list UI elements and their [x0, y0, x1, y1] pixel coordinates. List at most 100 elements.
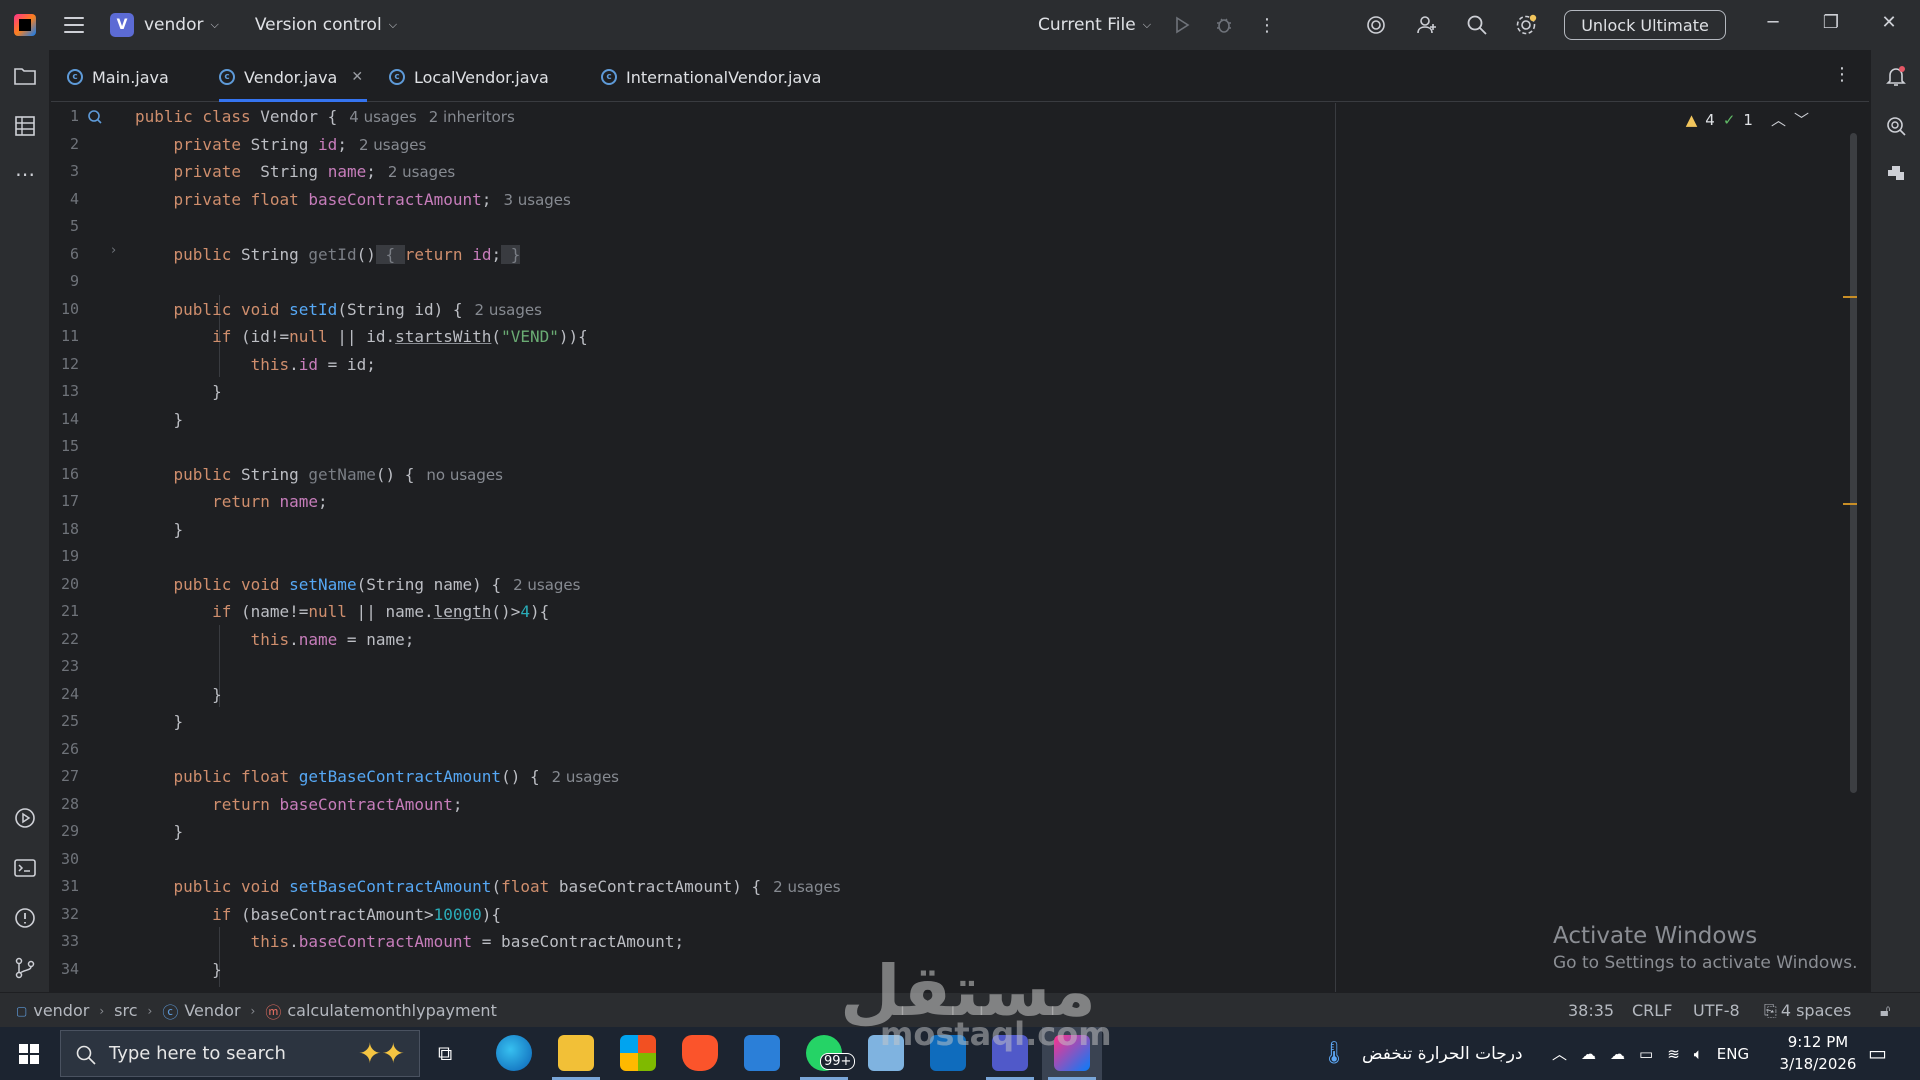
implemented-by-icon[interactable]	[87, 109, 103, 129]
restore-icon[interactable]: ❐	[1818, 12, 1844, 33]
code-text: baseContractAmount) {	[549, 877, 762, 896]
line-number: 3	[69, 162, 79, 180]
close-window-icon[interactable]: ✕	[1876, 12, 1902, 33]
project-folder-icon[interactable]	[13, 64, 37, 88]
weather-widget[interactable]: 🌡︎ درجات الحرارة تنخفض	[1320, 1027, 1523, 1080]
breadcrumb-item[interactable]: calculatemonthlypayment	[287, 1001, 496, 1020]
debug-icon[interactable]	[1212, 13, 1236, 37]
brave-icon[interactable]	[682, 1035, 718, 1071]
edge-icon[interactable]	[496, 1035, 532, 1071]
chevron-right-icon: ›	[99, 1003, 105, 1018]
wifi-icon[interactable]: ≋	[1667, 1045, 1680, 1063]
main-menu-icon[interactable]	[64, 17, 84, 33]
tabs-more-icon[interactable]: ⋮	[1833, 64, 1851, 85]
taskbar-search[interactable]: Type here to search ✦✦	[60, 1030, 420, 1077]
vertical-scrollbar[interactable]	[1850, 133, 1857, 793]
run-config-selector[interactable]: Current File ⌵	[1038, 0, 1151, 50]
usages-hint[interactable]: 2 usages	[359, 136, 426, 154]
onedrive-icon[interactable]: ☁︎	[1610, 1045, 1625, 1063]
usages-hint[interactable]: 3 usages	[503, 191, 570, 209]
fold-expand-icon[interactable]: ›	[111, 243, 116, 258]
line-number: 29	[60, 822, 79, 840]
usages-hint[interactable]: no usages	[426, 466, 503, 484]
network-off-icon[interactable]: ☁︎	[1581, 1045, 1596, 1063]
keyword: return	[212, 492, 270, 511]
ai-assistant-icon[interactable]	[1364, 13, 1388, 37]
terminal-icon[interactable]	[13, 856, 37, 880]
settings-gear-icon[interactable]	[1514, 13, 1538, 37]
structure-icon[interactable]	[13, 114, 37, 138]
warning-count: 4	[1705, 110, 1715, 129]
git-icon[interactable]	[13, 956, 37, 980]
chevron-down-icon[interactable]: ﹀	[1794, 109, 1809, 130]
run-icon[interactable]	[1170, 13, 1194, 37]
chevron-down-icon[interactable]: ⌵	[210, 18, 218, 32]
battery-icon[interactable]: ▭	[1639, 1045, 1653, 1063]
language-indicator[interactable]: ENG	[1717, 1045, 1749, 1063]
code-line: public void setId(String id) {2 usages	[135, 296, 542, 324]
usages-hint[interactable]: 2 usages	[475, 301, 542, 319]
folded-close[interactable]: }	[501, 244, 521, 264]
file-encoding[interactable]: UTF-8	[1693, 993, 1740, 1028]
breadcrumb-item[interactable]: Vendor	[184, 1001, 240, 1020]
tab-vendor-java[interactable]: c Vendor.java ✕	[219, 52, 368, 102]
number-literal: 10000	[433, 904, 482, 924]
minimize-icon[interactable]: ─	[1760, 12, 1786, 33]
weather-text: درجات الحرارة تنخفض	[1361, 1043, 1523, 1064]
file-explorer-icon[interactable]	[558, 1035, 594, 1071]
close-tab-icon[interactable]: ✕	[351, 69, 363, 85]
caret-position[interactable]: 38:35	[1568, 993, 1614, 1028]
usages-hint[interactable]: 2 usages	[552, 768, 619, 786]
clock[interactable]: 9:12 PM 3/18/2026	[1768, 1031, 1868, 1075]
search-icon[interactable]	[1465, 13, 1489, 37]
tab-main-java[interactable]: c Main.java	[67, 52, 169, 102]
lock-icon[interactable]: 🔓︎	[1880, 993, 1890, 1028]
mail-icon[interactable]	[744, 1035, 780, 1071]
add-user-icon[interactable]	[1415, 13, 1439, 37]
keyword: public void	[173, 877, 280, 896]
warning-stripe[interactable]	[1843, 503, 1857, 505]
copilot-sparkle-icon[interactable]: ✦✦	[358, 1037, 405, 1070]
plugins-icon[interactable]	[1884, 162, 1908, 186]
volume-icon[interactable]: 🔈︎	[1694, 1045, 1703, 1063]
chevron-up-icon[interactable]: ︿	[1771, 109, 1786, 130]
breadcrumb-item[interactable]: src	[114, 1001, 137, 1020]
string-literal: "VEND"	[501, 327, 559, 346]
line-number: 5	[69, 217, 79, 235]
tab-internationalvendor-java[interactable]: c InternationalVendor.java	[601, 52, 821, 102]
code-area[interactable]: public class Vendor {4 usages 2 inheritor…	[135, 103, 1385, 992]
project-badge[interactable]: V	[110, 13, 134, 37]
chevron-down-icon[interactable]: ⌵	[389, 18, 397, 32]
code-line: return baseContractAmount;	[135, 791, 462, 819]
version-control-menu[interactable]: Version control	[255, 15, 382, 35]
store-icon[interactable]	[620, 1035, 656, 1071]
usages-hint[interactable]: 2 usages	[388, 163, 455, 181]
project-name[interactable]: vendor	[144, 15, 203, 35]
inspection-widget[interactable]: ▲ 4 ✓ 1 ︿ ﹀	[1686, 109, 1809, 130]
line-number: 17	[60, 492, 79, 510]
inheritors-hint[interactable]: 2 inheritors	[429, 108, 515, 126]
line-separator[interactable]: CRLF	[1632, 993, 1672, 1028]
code-text: (id!=	[231, 327, 290, 346]
notification-center-icon[interactable]: ▭	[1868, 1041, 1887, 1065]
folded-open[interactable]: {	[375, 244, 405, 264]
warning-stripe[interactable]	[1843, 296, 1857, 298]
usages-hint[interactable]: 2 usages	[513, 576, 580, 594]
task-view-icon[interactable]: ⧉	[438, 1041, 452, 1065]
chevron-up-icon[interactable]: ︿	[1552, 1043, 1567, 1064]
breadcrumb-item[interactable]: vendor	[33, 1001, 89, 1020]
problems-icon[interactable]	[13, 906, 37, 930]
code-editor[interactable]: 1 2 3 4 5 6 9 10 11 12 13 14 15 16 17 18…	[51, 103, 1869, 992]
usages-hint[interactable]: 2 usages	[773, 878, 840, 896]
windows-start-icon[interactable]	[19, 1044, 39, 1064]
run-tool-icon[interactable]	[13, 806, 37, 830]
unlock-ultimate-button[interactable]: Unlock Ultimate	[1564, 10, 1726, 40]
indent-setting[interactable]: ⎘ 4 spaces	[1764, 993, 1851, 1028]
notifications-bell-icon[interactable]	[1884, 64, 1908, 88]
line-gutter[interactable]: 1 2 3 4 5 6 9 10 11 12 13 14 15 16 17 18…	[51, 103, 131, 992]
more-tools-icon[interactable]: ⋯	[13, 162, 37, 186]
ai-chat-icon[interactable]	[1884, 114, 1908, 138]
more-actions-icon[interactable]: ⋮	[1255, 13, 1279, 37]
usages-hint[interactable]: 4 usages	[349, 108, 416, 126]
tab-localvendor-java[interactable]: c LocalVendor.java	[389, 52, 549, 102]
